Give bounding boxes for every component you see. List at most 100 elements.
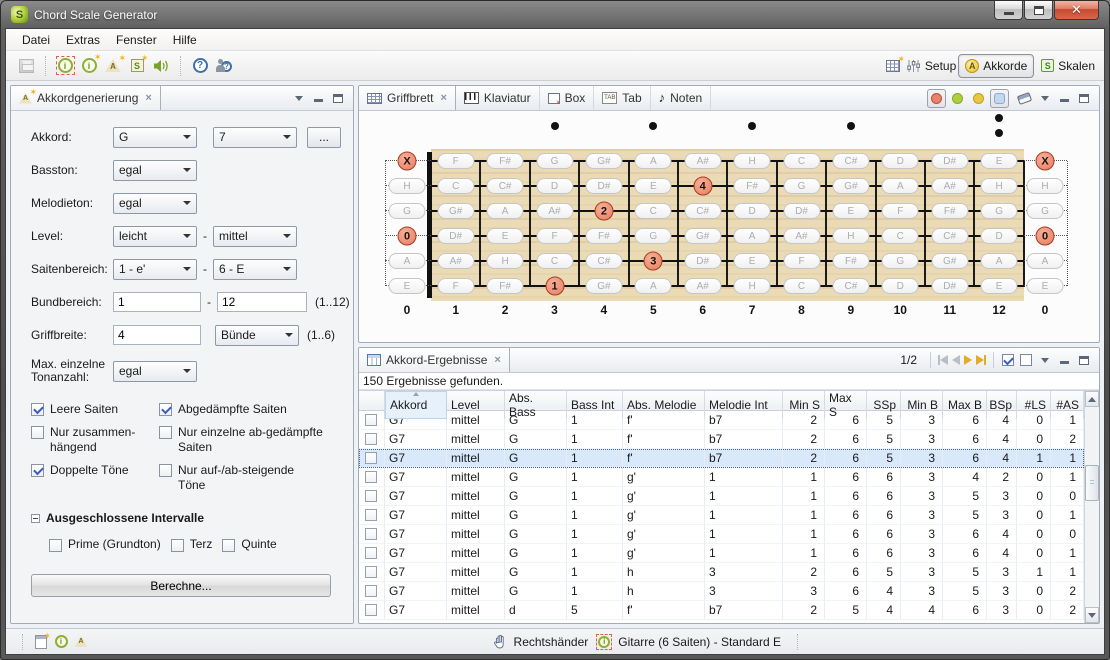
current-instrument-button[interactable]: i	[54, 55, 76, 77]
new-instrument-button[interactable]: i	[78, 55, 100, 77]
row-checkbox[interactable]	[365, 585, 377, 597]
note-pill[interactable]: D#	[931, 153, 968, 169]
new-chord-button[interactable]: A	[102, 55, 124, 77]
view-maximize-icon[interactable]	[333, 94, 343, 103]
row-checkbox[interactable]	[365, 452, 377, 464]
instrument-status[interactable]: i Gitarre (6 Saiten) - Standard E	[596, 634, 781, 650]
note-pill[interactable]: D#	[437, 228, 474, 244]
note-pill[interactable]: G	[783, 178, 820, 194]
note-pill[interactable]: A	[635, 153, 672, 169]
scroll-down-button[interactable]	[1085, 607, 1099, 623]
note-pill[interactable]: C	[783, 278, 820, 294]
menu-extras[interactable]: Extras	[58, 31, 108, 49]
fast-view-button[interactable]	[31, 632, 51, 652]
note-pill[interactable]: H	[981, 178, 1018, 194]
minimize-button[interactable]	[994, 1, 1023, 20]
note-pill[interactable]: C	[437, 178, 474, 194]
note-pill[interactable]: D#	[783, 203, 820, 219]
note-pill[interactable]: H	[734, 278, 771, 294]
note-pill[interactable]: D	[981, 228, 1018, 244]
first-page-button[interactable]	[938, 355, 948, 365]
table-row[interactable]: G7mittelG1g'116636401	[359, 544, 1084, 563]
basston-select[interactable]: egal	[113, 160, 197, 181]
note-pill[interactable]: G	[635, 228, 672, 244]
context-help-button[interactable]: ?	[213, 55, 235, 77]
note-pill[interactable]: C#	[487, 178, 524, 194]
green-marker-tool-button[interactable]	[948, 89, 967, 108]
interval-checkbox-item[interactable]: Quinte	[222, 537, 276, 552]
note-pill[interactable]: F#	[487, 278, 524, 294]
note-pill[interactable]: A#	[684, 153, 721, 169]
akkord-type-select[interactable]: 7	[213, 127, 297, 148]
column-header-bass-int[interactable]: Bass Int	[567, 391, 623, 419]
row-checkbox[interactable]	[365, 547, 377, 559]
note-pill[interactable]: C#	[931, 228, 968, 244]
note-pill[interactable]: F	[783, 253, 820, 269]
akkorde-button[interactable]: A Akkorde	[958, 54, 1034, 78]
finger-marker[interactable]: 1	[545, 277, 564, 296]
column-header-min-s[interactable]: Min S	[783, 391, 825, 419]
note-pill[interactable]: C	[536, 253, 573, 269]
note-pill[interactable]: F	[882, 203, 919, 219]
deselect-all-button[interactable]	[1020, 354, 1032, 366]
table-row[interactable]: G7mittelG1g'116635300	[359, 487, 1084, 506]
checkbox-item[interactable]: Nur einzelne ab-gedämpfte Saiten	[159, 425, 334, 455]
griffbreite-unit-select[interactable]: Bünde	[215, 325, 299, 346]
table-row[interactable]: G7mitteld5f'b725446302	[359, 601, 1084, 620]
sound-button[interactable]	[150, 55, 172, 77]
view-maximize-icon[interactable]	[1079, 94, 1089, 103]
eraser-tool-button[interactable]	[1015, 89, 1034, 108]
tab-akkord-ergebnisse[interactable]: Akkord-Ergebnisse ×	[359, 348, 510, 372]
menu-hilfe[interactable]: Hilfe	[165, 31, 205, 49]
note-pill[interactable]: E	[981, 153, 1018, 169]
note-pill[interactable]: F#	[832, 253, 869, 269]
checkbox-unchecked-icon[interactable]	[222, 539, 235, 552]
note-pill[interactable]: D	[734, 203, 771, 219]
open-note-pill[interactable]: G	[389, 203, 426, 219]
new-scale-button[interactable]: S	[126, 55, 148, 77]
checkbox-item[interactable]: Nur zusammen-hängend	[31, 425, 159, 455]
note-pill[interactable]: A#	[783, 228, 820, 244]
open-note-pill[interactable]: H	[1027, 178, 1064, 194]
note-pill[interactable]: C	[635, 203, 672, 219]
red-marker-tool-button[interactable]	[927, 89, 946, 108]
tab-box[interactable]: Box	[540, 86, 595, 110]
column-header--ls[interactable]: #LS	[1017, 391, 1051, 419]
checkbox-unchecked-icon[interactable]	[49, 539, 62, 552]
instrument-fast-button[interactable]: i	[51, 632, 71, 652]
table-row[interactable]: G7mittelG1f'b726536411	[359, 449, 1084, 468]
prev-page-button[interactable]	[952, 355, 960, 365]
note-pill[interactable]: F#	[734, 178, 771, 194]
bund-from-input[interactable]	[113, 292, 201, 312]
note-pill[interactable]: D	[882, 153, 919, 169]
collapse-icon[interactable]	[31, 514, 40, 523]
akkord-root-select[interactable]: G	[113, 127, 197, 148]
column-header-bsp[interactable]: BSp	[987, 391, 1017, 419]
checkbox-unchecked-icon[interactable]	[171, 539, 184, 552]
note-pill[interactable]: A	[487, 203, 524, 219]
interval-checkbox-item[interactable]: Prime (Grundton)	[49, 537, 161, 552]
note-pill[interactable]: F	[437, 153, 474, 169]
yellow-marker-tool-button[interactable]	[969, 89, 988, 108]
note-pill[interactable]: D	[536, 178, 573, 194]
finger-marker[interactable]: 4	[693, 177, 712, 196]
checkbox-item[interactable]: Leere Saiten	[31, 402, 159, 417]
scrollbar-thumb[interactable]	[1085, 465, 1099, 501]
row-checkbox[interactable]	[365, 471, 377, 483]
interval-checkbox-item[interactable]: Terz	[171, 537, 213, 552]
finger-marker[interactable]: 2	[594, 202, 613, 221]
note-pill[interactable]: A	[635, 278, 672, 294]
muted-string-marker[interactable]: X	[398, 152, 417, 171]
view-menu-icon[interactable]	[1041, 96, 1049, 101]
note-pill[interactable]: C#	[684, 203, 721, 219]
open-note-pill[interactable]: H	[389, 178, 426, 194]
note-pill[interactable]: G#	[585, 278, 622, 294]
close-tab-icon[interactable]: ×	[145, 92, 151, 104]
column-header-max-b[interactable]: Max B	[943, 391, 987, 419]
table-row[interactable]: G7mittelG1g'116636400	[359, 525, 1084, 544]
note-pill[interactable]: F	[437, 278, 474, 294]
view-menu-icon[interactable]	[1041, 358, 1049, 363]
note-pill[interactable]: G#	[931, 253, 968, 269]
menu-fenster[interactable]: Fenster	[108, 31, 165, 49]
note-pill[interactable]: G#	[585, 153, 622, 169]
